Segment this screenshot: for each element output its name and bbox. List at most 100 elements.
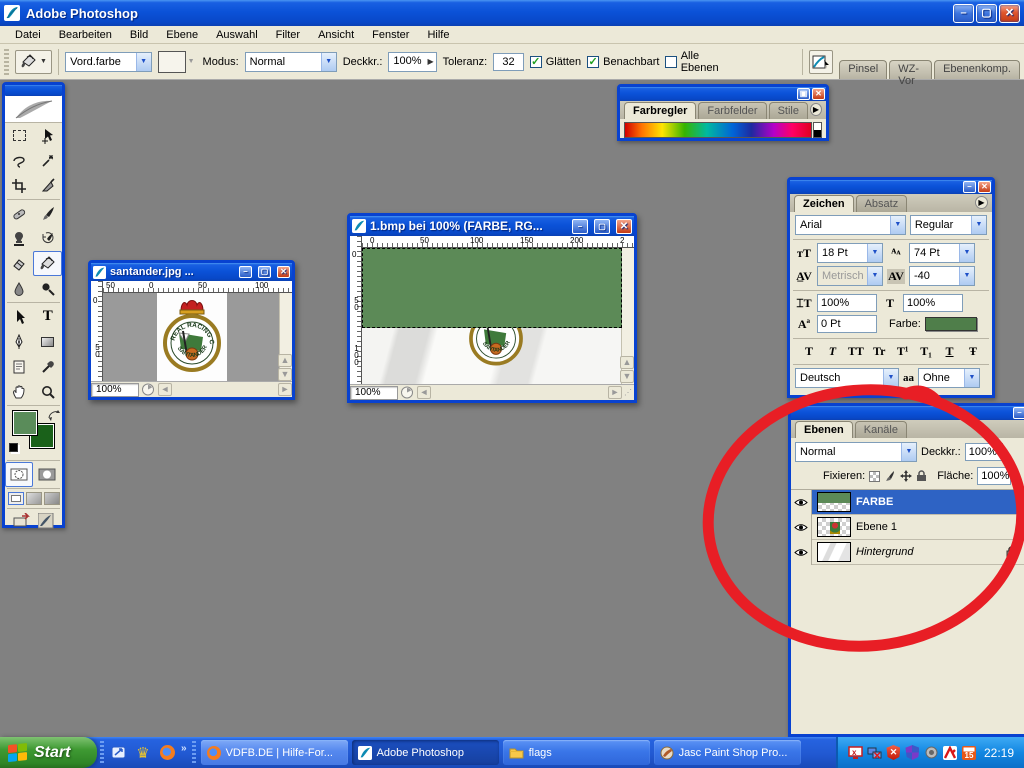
small-caps-button[interactable]: Tr [870, 344, 888, 359]
horizontal-scale-input[interactable]: 100% [903, 294, 963, 312]
lasso-tool[interactable] [5, 148, 34, 173]
maximize-button[interactable]: ▢ [258, 266, 271, 278]
chevron-down-icon[interactable]: ▼ [959, 267, 974, 285]
layer-thumbnail[interactable] [817, 542, 851, 562]
contiguous-checkbox-group[interactable]: ✓ Benachbart [587, 56, 659, 68]
lock-position-icon[interactable] [900, 470, 912, 482]
all-layers-checkbox-group[interactable]: Alle Ebenen [665, 50, 735, 74]
pattern-dropdown-arrow[interactable]: ▼ [186, 58, 197, 65]
tolerance-input[interactable]: 32 [493, 53, 523, 71]
minimize-button[interactable]: – [239, 266, 252, 278]
scroll-left-arrow[interactable]: ◄ [417, 386, 431, 399]
eyedropper-tool[interactable] [34, 354, 63, 379]
opacity-slider-arrow[interactable]: ▶ [425, 53, 435, 71]
layer-row-ebene1[interactable]: Ebene 1 [791, 515, 1024, 540]
quick-launch-app-icon[interactable] [110, 744, 128, 762]
layer-opacity-value[interactable]: 100% [965, 443, 1003, 461]
color-palette-titlebar[interactable]: ▣ ✕ [620, 87, 826, 101]
doc-titlebar[interactable]: santander.jpg ... – ▢ ✕ [91, 263, 292, 281]
minimize-button[interactable]: – [1013, 407, 1024, 419]
chevron-down-icon[interactable]: ▼ [964, 369, 979, 387]
magic-wand-tool[interactable] [34, 148, 63, 173]
fill-value[interactable]: 100% [977, 467, 1011, 485]
standard-screen-mode-button[interactable] [8, 492, 24, 505]
chevron-down-icon[interactable]: ▼ [959, 244, 974, 262]
menu-filter[interactable]: Filter [267, 27, 309, 43]
lock-paint-icon[interactable] [884, 470, 896, 482]
brush-tool[interactable] [34, 201, 63, 226]
app-titlebar[interactable]: Adobe Photoshop – ▢ ✕ [0, 0, 1024, 26]
menu-fenster[interactable]: Fenster [363, 27, 418, 43]
chevron-down-icon[interactable]: ▼ [883, 369, 898, 387]
font-size-select[interactable]: 18 Pt▼ [817, 243, 883, 263]
slice-tool[interactable] [34, 173, 63, 198]
resize-grip[interactable]: ⋰ [624, 388, 634, 397]
minimize-button[interactable]: – [963, 181, 976, 193]
checkbox-unchecked-icon[interactable] [665, 56, 676, 68]
healing-brush-tool[interactable] [5, 201, 34, 226]
visibility-toggle[interactable] [791, 515, 812, 540]
tab-ebenen[interactable]: Ebenen [795, 421, 853, 438]
options-grip[interactable] [4, 49, 9, 75]
restore-button[interactable]: ▣ [797, 88, 810, 100]
close-icon[interactable]: ✕ [978, 181, 991, 193]
lock-all-icon[interactable] [916, 470, 927, 482]
calendar-icon[interactable]: 15 [962, 745, 977, 760]
shape-tool[interactable] [34, 329, 63, 354]
minimize-button[interactable]: – [953, 4, 974, 23]
chevron-down-icon[interactable]: ▼ [971, 216, 986, 234]
menu-bearbeiten[interactable]: Bearbeiten [50, 27, 121, 43]
black-swatch[interactable] [814, 130, 821, 137]
tab-zeichen[interactable]: Zeichen [794, 195, 854, 212]
fullscreen-menubar-mode-button[interactable] [26, 492, 42, 505]
canvas-area[interactable]: SANTANDER [362, 248, 622, 384]
layer-thumbnail[interactable] [817, 517, 851, 537]
zoom-tool[interactable] [34, 379, 63, 404]
blur-tool[interactable] [5, 276, 34, 301]
font-family-select[interactable]: Arial▼ [795, 215, 906, 235]
task-button-paintshop[interactable]: Jasc Paint Shop Pro... [654, 740, 801, 765]
maximize-button[interactable]: ▢ [594, 219, 610, 234]
minimize-button[interactable]: – [572, 219, 588, 234]
zoom-level[interactable]: 100% [91, 383, 139, 397]
notes-tool[interactable] [5, 354, 34, 379]
tab-farbregler[interactable]: Farbregler [624, 102, 696, 119]
status-info-icon[interactable] [400, 386, 415, 399]
zoom-level[interactable]: 100% [350, 386, 398, 400]
imageready-feather-icon[interactable] [38, 513, 54, 529]
chevron-down-icon[interactable]: ▼ [136, 53, 151, 71]
superscript-button[interactable]: T¹ [894, 344, 912, 359]
close-icon[interactable]: ✕ [616, 219, 632, 234]
chevron-down-icon[interactable]: ▼ [867, 267, 882, 285]
security-alert-icon[interactable]: ✕ [886, 745, 901, 760]
swap-colors-icon[interactable] [47, 409, 61, 421]
antivirus-shield-icon[interactable] [905, 745, 920, 760]
menu-ansicht[interactable]: Ansicht [309, 27, 363, 43]
toolbox-titlebar[interactable] [5, 85, 62, 96]
canvas-area[interactable]: REAL RACING CLUB SANTANDER [103, 293, 280, 382]
scroll-up-arrow[interactable]: ▲ [278, 354, 292, 367]
opacity-value[interactable]: 100% [389, 53, 425, 71]
edit-in-imageready-icon[interactable] [13, 513, 35, 529]
close-button[interactable]: ✕ [999, 4, 1020, 23]
scroll-down-arrow[interactable]: ▼ [278, 368, 292, 381]
palette-menu-arrow-icon[interactable]: ▶ [975, 196, 988, 209]
scroll-left-arrow[interactable]: ◄ [158, 383, 172, 396]
kerning-select[interactable]: Metrisch▼ [817, 266, 883, 286]
menu-auswahl[interactable]: Auswahl [207, 27, 267, 43]
menu-ebene[interactable]: Ebene [157, 27, 207, 43]
network-disconnected-icon[interactable]: ✕ [867, 745, 882, 760]
layers-palette-titlebar[interactable]: – [791, 406, 1024, 420]
baseline-shift-input[interactable]: 0 Pt [817, 315, 877, 333]
layer-thumbnail[interactable] [817, 492, 851, 512]
scroll-right-arrow[interactable]: ► [278, 383, 292, 396]
checkbox-checked-icon[interactable]: ✓ [530, 56, 542, 68]
path-selection-tool[interactable] [5, 304, 34, 329]
opacity-control[interactable]: 100% ▶ [388, 52, 436, 72]
scroll-up-arrow[interactable]: ▲ [620, 356, 634, 369]
fullscreen-mode-button[interactable] [44, 492, 60, 505]
speaker-icon[interactable] [924, 745, 939, 760]
scroll-down-arrow[interactable]: ▼ [620, 370, 634, 383]
white-swatch[interactable] [814, 123, 821, 130]
quick-mask-button[interactable] [33, 462, 61, 487]
